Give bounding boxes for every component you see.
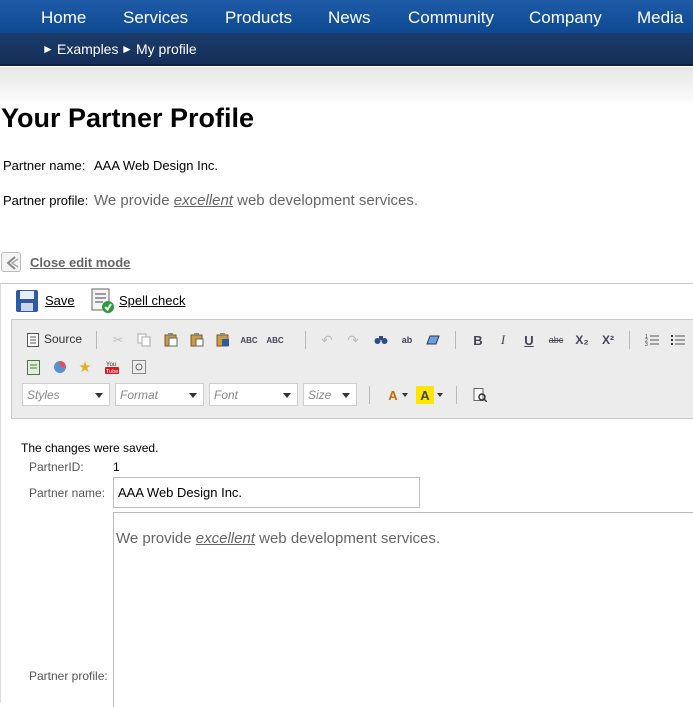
close-edit-mode-link[interactable]: Close edit mode [30, 255, 130, 270]
breadcrumb: ► Examples ► My profile [0, 33, 693, 66]
styles-dropdown[interactable]: Styles [22, 383, 110, 406]
profile-text-emphasis: excellent [173, 192, 233, 209]
breadcrumb-item-my-profile[interactable]: My profile [136, 41, 197, 57]
nav-item-services[interactable]: Services [123, 8, 188, 28]
source-button[interactable]: Source [44, 332, 82, 346]
breadcrumb-arrow-icon: ► [42, 42, 54, 56]
size-dropdown[interactable]: Size [303, 383, 357, 406]
font-dropdown-label: Font [214, 388, 239, 402]
font-dropdown[interactable]: Font [209, 383, 298, 406]
partner-name-field-label: Partner name: [29, 486, 106, 500]
styles-dropdown-label: Styles [27, 388, 60, 402]
bulleted-list-icon[interactable] [669, 331, 687, 349]
svg-text:Tube: Tube [106, 369, 118, 374]
format-dropdown[interactable]: Format [115, 383, 204, 406]
editor-toolbar: Source ✂ ABC ABC ↶ ↷ ab B I U abc X₂ X² … [11, 319, 693, 419]
spellcheck-icon[interactable]: ABC [240, 331, 258, 349]
quick-image-icon[interactable] [51, 358, 69, 376]
breadcrumb-arrow-icon: ► [121, 42, 133, 56]
save-button[interactable]: Save [45, 293, 75, 308]
nav-item-news[interactable]: News [328, 8, 371, 28]
chevron-down-icon [189, 393, 197, 398]
chevron-down-icon [95, 393, 103, 398]
partner-id-label: PartnerID: [29, 460, 84, 474]
paste-icon[interactable] [162, 331, 180, 349]
star-icon[interactable]: ★ [76, 358, 94, 376]
underline-button[interactable]: U [520, 331, 538, 349]
toolbar-separator [369, 386, 370, 404]
superscript-button[interactable]: X² [599, 331, 617, 349]
undo-icon[interactable]: ↶ [318, 331, 336, 349]
close-edit-mode-icon[interactable] [1, 252, 21, 272]
chevron-down-icon [342, 393, 350, 398]
template-icon[interactable] [24, 358, 42, 376]
chevron-down-icon[interactable] [437, 393, 443, 397]
saved-message: The changes were saved. [21, 441, 159, 455]
partner-profile-value: We provide excellent web development ser… [94, 192, 418, 209]
breadcrumb-item-examples[interactable]: Examples [57, 41, 118, 57]
subscript-button[interactable]: X₂ [573, 331, 591, 349]
partner-profile-field-label: Partner profile: [29, 669, 108, 683]
chevron-down-icon [283, 393, 291, 398]
profile-text-emphasis: excellent [195, 530, 255, 547]
youtube-icon[interactable]: You Tube [103, 358, 121, 376]
partner-name-label: Partner name: [3, 158, 86, 173]
partner-profile-label: Partner profile: [3, 193, 89, 208]
background-color-button[interactable]: A [416, 386, 434, 404]
redo-icon[interactable]: ↷ [344, 331, 362, 349]
paste-text-icon[interactable] [188, 331, 206, 349]
text-color-button[interactable]: A [384, 386, 402, 404]
strikethrough-button[interactable]: abc [547, 331, 565, 349]
profile-editor-text[interactable]: We provide excellent web development ser… [116, 530, 440, 547]
remove-format-icon[interactable] [424, 331, 442, 349]
paste-word-icon[interactable] [214, 331, 232, 349]
nav-item-company[interactable]: Company [529, 8, 602, 28]
header-shadow [0, 67, 693, 107]
replace-icon[interactable]: ab [398, 331, 416, 349]
page-title: Your Partner Profile [1, 103, 255, 133]
nav-item-home[interactable]: Home [41, 8, 86, 28]
nav-item-community[interactable]: Community [408, 8, 494, 28]
italic-button[interactable]: I [494, 331, 512, 349]
size-dropdown-label: Size [308, 388, 332, 402]
nav-item-products[interactable]: Products [225, 8, 292, 28]
bold-button[interactable]: B [469, 331, 487, 349]
partner-name-value: AAA Web Design Inc. [94, 158, 219, 173]
top-navigation: Home Services Products News Community Co… [0, 0, 693, 33]
media-icon[interactable] [130, 358, 148, 376]
source-icon[interactable] [24, 331, 42, 349]
format-dropdown-label: Format [120, 388, 159, 402]
spell-check-icon[interactable] [90, 288, 116, 319]
spellcheck-as-you-type-icon[interactable]: ABC [266, 331, 284, 349]
profile-text-end: web development services. [254, 530, 441, 547]
toolbar-separator [305, 331, 306, 349]
partner-id-value: 1 [113, 460, 120, 474]
partner-name-input[interactable]: AAA Web Design Inc. [113, 477, 420, 508]
chevron-down-icon[interactable] [402, 393, 408, 397]
profile-text-start: We provide [116, 530, 196, 547]
toolbar-separator [629, 331, 630, 349]
save-icon[interactable] [15, 289, 39, 318]
copy-icon[interactable] [135, 331, 153, 349]
svg-text:3: 3 [645, 342, 648, 347]
find-icon[interactable] [372, 331, 390, 349]
profile-text-start: We provide [94, 192, 174, 209]
toolbar-separator [455, 331, 456, 349]
cut-icon[interactable]: ✂ [109, 331, 127, 349]
toolbar-separator [456, 386, 457, 404]
nav-item-media[interactable]: Media [637, 8, 683, 28]
toolbar-separator [96, 331, 97, 349]
spell-check-button[interactable]: Spell check [119, 293, 185, 308]
numbered-list-icon[interactable]: 123 [643, 331, 661, 349]
profile-text-end: web development services. [232, 192, 419, 209]
preview-icon[interactable] [471, 386, 489, 404]
